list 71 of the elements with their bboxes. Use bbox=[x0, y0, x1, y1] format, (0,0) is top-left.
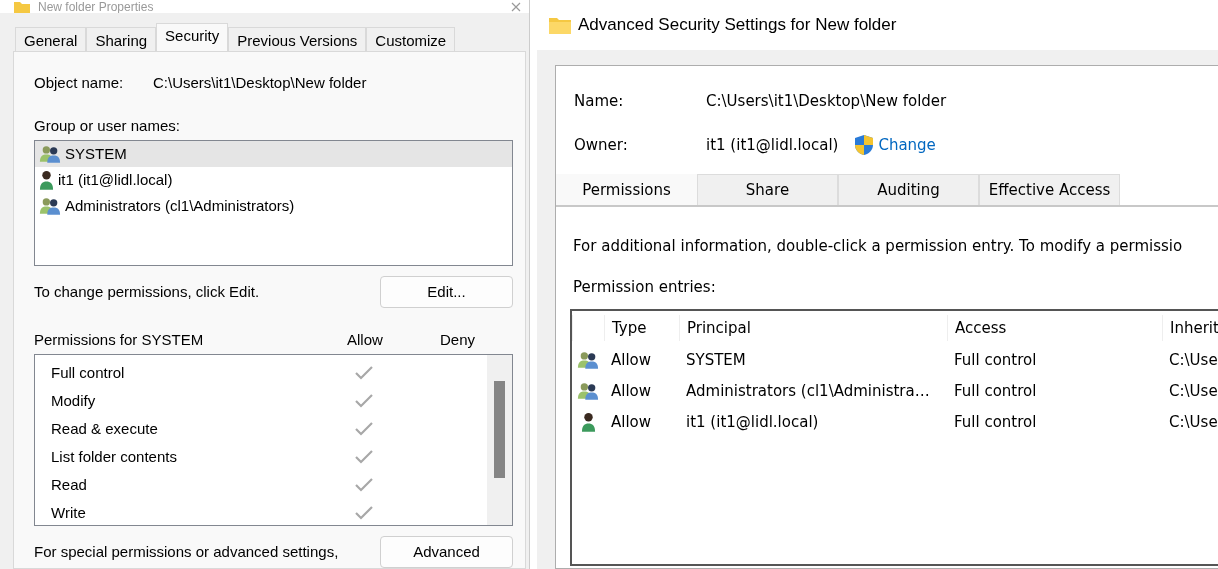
column-header[interactable]: Principal bbox=[679, 314, 947, 341]
check-icon bbox=[354, 505, 374, 521]
folder-icon bbox=[549, 16, 571, 34]
hint-text: To change permissions, click Edit. bbox=[34, 283, 260, 301]
check-icon bbox=[354, 477, 374, 493]
permission-name: Read & execute bbox=[51, 420, 159, 438]
table-cell-text: Full control bbox=[953, 381, 1038, 400]
tab[interactable]: Effective Access bbox=[979, 174, 1120, 205]
shield-icon bbox=[854, 134, 875, 156]
folder-icon bbox=[14, 0, 30, 13]
tab[interactable]: Sharing bbox=[86, 27, 157, 51]
scrollbar[interactable] bbox=[487, 355, 512, 525]
column-header[interactable]: Access bbox=[947, 314, 1162, 341]
column-header: Allow bbox=[347, 331, 384, 349]
check-icon bbox=[354, 393, 374, 409]
column-header: Deny bbox=[440, 331, 476, 349]
table-cell-text: Allow bbox=[610, 350, 653, 369]
section-label: Group or user names: bbox=[34, 117, 181, 135]
section-label: Permission entries: bbox=[572, 278, 717, 296]
window-title: New folder Properties bbox=[38, 0, 154, 13]
user-icon bbox=[580, 411, 596, 432]
table-cell-text: Allow bbox=[610, 381, 653, 400]
check-icon bbox=[354, 365, 374, 381]
list-item[interactable]: it1 (it1@lidl.local) bbox=[35, 167, 512, 193]
object-name: C:\Users\it1\Desktop\New folder bbox=[706, 92, 947, 110]
hint-text: For special permissions or advanced settings, bbox=[34, 543, 339, 561]
tab[interactable]: Security bbox=[156, 23, 229, 51]
table-cell-text: C:\Use bbox=[1168, 350, 1218, 369]
group-icon bbox=[39, 145, 61, 163]
scroll-thumb[interactable] bbox=[494, 381, 505, 478]
check-icon bbox=[354, 449, 374, 465]
group-icon bbox=[577, 350, 599, 369]
permission-name: List folder contents bbox=[51, 448, 178, 466]
owner-name: it1 (it1@lidl.local) bbox=[706, 136, 839, 154]
tab[interactable]: Previous Versions bbox=[228, 27, 367, 51]
object-name: C:\Users\it1\Desktop\New folder bbox=[153, 74, 367, 92]
list-item[interactable]: Administrators (cl1\Administrators) bbox=[35, 193, 512, 219]
table-cell-text: Administrators (cl1\Administra… bbox=[685, 381, 931, 400]
tab[interactable]: Permissions bbox=[556, 174, 697, 205]
permission-name: Write bbox=[51, 504, 87, 522]
advanced-button[interactable]: Advanced bbox=[380, 536, 513, 568]
group-icon bbox=[39, 197, 61, 215]
permission-name: Full control bbox=[51, 364, 126, 382]
field-label: Name: bbox=[574, 92, 625, 110]
section-label: Permissions for SYSTEM bbox=[34, 331, 205, 349]
tab[interactable]: Auditing bbox=[838, 174, 979, 205]
table-cell-text: C:\Use bbox=[1168, 381, 1218, 400]
table-cell-text: it1 (it1@lidl.local) bbox=[685, 412, 820, 431]
change-link[interactable]: Change bbox=[878, 136, 936, 154]
table-cell-text: Full control bbox=[953, 412, 1038, 431]
check-icon bbox=[354, 421, 374, 437]
tab[interactable]: General bbox=[15, 27, 87, 51]
table-cell-text: C:\Use bbox=[1168, 412, 1218, 431]
user-icon bbox=[39, 170, 54, 190]
column-header[interactable]: Inherit bbox=[1162, 314, 1218, 341]
tab[interactable]: Share bbox=[697, 174, 838, 205]
table-cell-text: Allow bbox=[610, 412, 653, 431]
table-cell-text: Full control bbox=[953, 350, 1038, 369]
field-label: Object name: bbox=[34, 74, 125, 92]
close-icon[interactable] bbox=[511, 1, 521, 12]
permission-name: Modify bbox=[51, 392, 97, 410]
list-item[interactable]: SYSTEM bbox=[35, 141, 512, 167]
column-header[interactable]: Type bbox=[604, 314, 679, 341]
edit-button[interactable]: Edit... bbox=[380, 276, 513, 308]
window-title: Advanced Security Settings for New folder bbox=[578, 14, 897, 36]
table-cell-text: SYSTEM bbox=[685, 350, 747, 369]
field-label: Owner: bbox=[574, 136, 629, 154]
tab[interactable]: Customize bbox=[366, 27, 456, 51]
group-icon bbox=[577, 381, 599, 400]
permission-name: Read bbox=[51, 476, 88, 494]
info-text: For additional information, double-click a permission entry. To modify a permissio bbox=[572, 237, 1184, 255]
